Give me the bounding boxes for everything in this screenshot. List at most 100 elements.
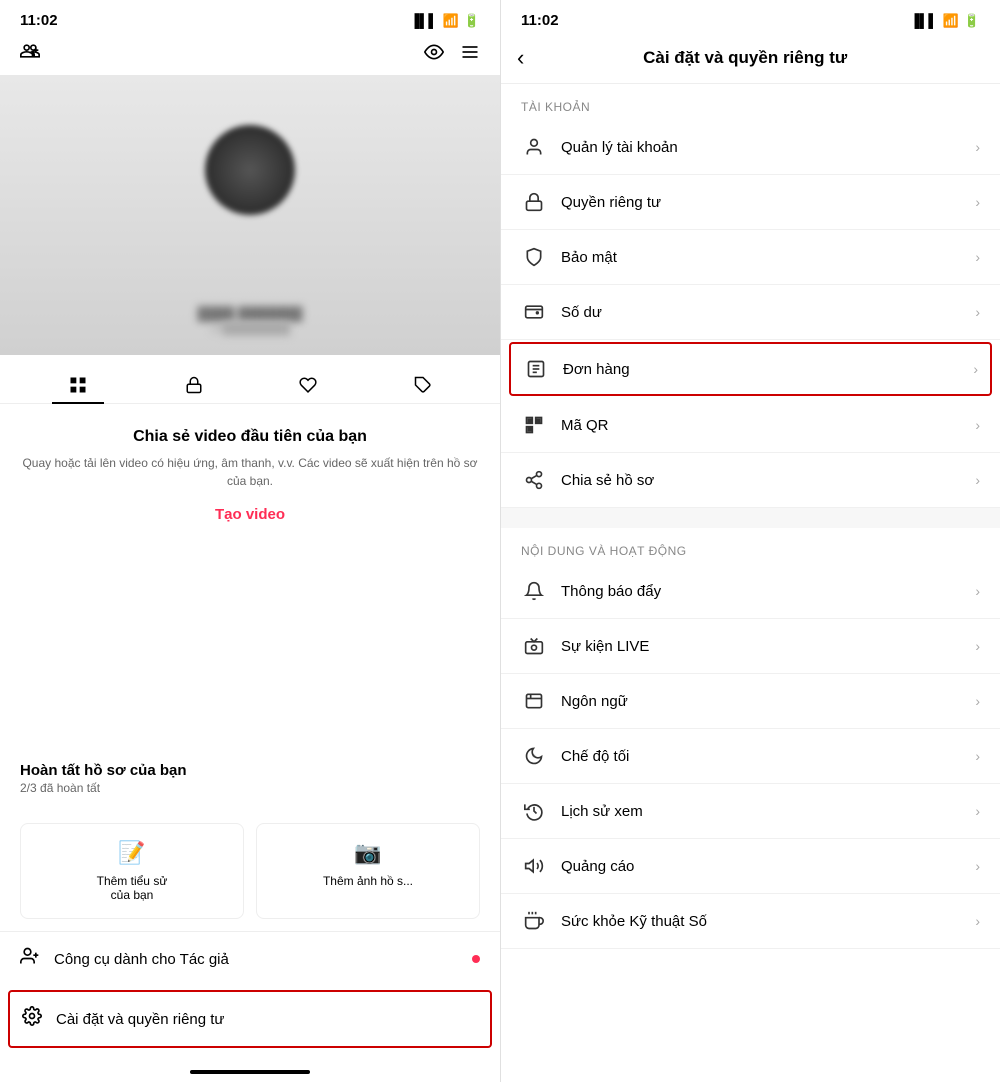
settings-item[interactable]: Cài đặt và quyền riêng tư: [8, 990, 492, 1048]
share-icon: [521, 467, 547, 493]
bottom-menu: Công cụ dành cho Tác giả Cài đặt và quyề…: [0, 931, 500, 1052]
arrow-icon-10: ›: [975, 748, 980, 764]
che-do-toi-label: Chế độ tối: [561, 748, 975, 765]
left-top-nav: [0, 37, 500, 75]
so-du-item[interactable]: Số dư ›: [501, 285, 1000, 340]
arrow-icon-4: ›: [973, 361, 978, 377]
right-nav-icons: [424, 42, 480, 67]
right-status-bar: 11:02 ▐▌▌ 📶 🔋: [501, 0, 1000, 37]
arrow-icon-1: ›: [975, 194, 980, 210]
wallet-icon: [521, 299, 547, 325]
right-panel: 11:02 ▐▌▌ 📶 🔋 ‹ Cài đặt và quyền riêng t…: [500, 0, 1000, 1082]
add-bio-label: Thêm tiểu sửcủa bạn: [33, 874, 231, 902]
completion-subtitle: 2/3 đã hoàn tất: [20, 781, 480, 795]
shield-icon: [521, 244, 547, 270]
creator-tools-icon: [20, 946, 40, 972]
add-photo-label: Thêm ảnh hồ s...: [269, 874, 467, 888]
tab-lock[interactable]: [169, 367, 219, 403]
don-hang-label: Đơn hàng: [563, 361, 973, 378]
add-photo-card[interactable]: 📷 Thêm ảnh hồ s...: [256, 823, 480, 919]
left-time: 11:02: [20, 12, 58, 29]
qr-icon: [521, 412, 547, 438]
arrow-icon-12: ›: [975, 858, 980, 874]
arrow-icon-13: ›: [975, 913, 980, 929]
tab-heart[interactable]: [283, 367, 333, 403]
add-user-icon[interactable]: [20, 41, 40, 67]
add-bio-card[interactable]: 📝 Thêm tiểu sửcủa bạn: [20, 823, 244, 919]
settings-icon: [22, 1006, 42, 1032]
left-home-indicator: [0, 1052, 500, 1082]
back-button[interactable]: ‹: [517, 45, 524, 71]
arrow-icon-11: ›: [975, 803, 980, 819]
su-kien-live-item[interactable]: Sự kiện LIVE ›: [501, 619, 1000, 674]
right-battery-icon: 🔋: [964, 13, 980, 29]
arrow-icon-6: ›: [975, 472, 980, 488]
digital-health-icon: [521, 908, 547, 934]
live-icon: [521, 633, 547, 659]
thong-bao-day-label: Thông báo đẩy: [561, 583, 975, 600]
suc-khoe-item[interactable]: Sức khỏe Kỹ thuật Số ›: [501, 894, 1000, 949]
suc-khoe-label: Sức khỏe Kỹ thuật Số: [561, 913, 975, 930]
right-wifi-icon: 📶: [943, 13, 959, 29]
left-status-bar: 11:02 ▐▌▌ 📶 🔋: [0, 0, 500, 37]
ma-qr-item[interactable]: Mã QR ›: [501, 398, 1000, 453]
hamburger-icon[interactable]: [460, 42, 480, 67]
arrow-icon-2: ›: [975, 249, 980, 265]
section-tai-khoan: TÀI KHOẢN: [501, 84, 1000, 120]
ngon-ngu-label: Ngôn ngữ: [561, 693, 975, 710]
arrow-icon-5: ›: [975, 417, 980, 433]
bao-mat-item[interactable]: Bảo mật ›: [501, 230, 1000, 285]
profile-cards: 📝 Thêm tiểu sửcủa bạn 📷 Thêm ảnh hồ s...: [0, 811, 500, 931]
home-indicator-bar: [190, 1070, 310, 1074]
quan-ly-tai-khoan-item[interactable]: Quản lý tài khoản ›: [501, 120, 1000, 175]
tab-tag[interactable]: [398, 367, 448, 403]
tab-grid[interactable]: [52, 367, 104, 403]
section-noi-dung: NỘI DUNG VÀ HOẠT ĐỘNG: [501, 528, 1000, 564]
add-photo-icon: 📷: [269, 840, 467, 866]
signal-icon: ▐▌▌: [410, 13, 438, 28]
don-hang-item[interactable]: Đơn hàng ›: [509, 342, 992, 396]
thong-bao-day-item[interactable]: Thông báo đẩy ›: [501, 564, 1000, 619]
language-icon: [521, 688, 547, 714]
left-status-icons: ▐▌▌ 📶 🔋: [410, 13, 480, 29]
create-video-button[interactable]: Tạo video: [215, 506, 285, 523]
add-bio-icon: 📝: [33, 840, 231, 866]
eye-icon[interactable]: [424, 42, 444, 67]
lich-su-xem-label: Lịch sử xem: [561, 803, 975, 820]
arrow-icon-8: ›: [975, 638, 980, 654]
lich-su-xem-item[interactable]: Lịch sử xem ›: [501, 784, 1000, 839]
chia-se-ho-so-item[interactable]: Chia sẻ hồ sơ ›: [501, 453, 1000, 508]
bell-icon: [521, 578, 547, 604]
creator-tools-item[interactable]: Công cụ dành cho Tác giả: [0, 932, 500, 986]
so-du-label: Số dư: [561, 304, 975, 321]
completion-title: Hoàn tất hồ sơ của bạn: [20, 762, 480, 779]
right-status-icons: ▐▌▌ 📶 🔋: [910, 13, 980, 29]
arrow-icon-3: ›: [975, 304, 980, 320]
lock-icon: [521, 189, 547, 215]
quang-cao-label: Quảng cáo: [561, 858, 975, 875]
moon-icon: [521, 743, 547, 769]
ngon-ngu-item[interactable]: Ngôn ngữ ›: [501, 674, 1000, 729]
blurred-avatar: [205, 125, 295, 215]
arrow-icon-9: ›: [975, 693, 980, 709]
settings-header: ‹ Cài đặt và quyền riêng tư: [501, 37, 1000, 84]
orders-icon: [523, 356, 549, 382]
arrow-icon-7: ›: [975, 583, 980, 599]
settings-label: Cài đặt và quyền riêng tư: [56, 1011, 224, 1028]
quyen-rieng-tu-label: Quyền riêng tư: [561, 194, 975, 211]
quang-cao-item[interactable]: Quảng cáo ›: [501, 839, 1000, 894]
bao-mat-label: Bảo mật: [561, 249, 975, 266]
profile-content: Chia sẻ video đầu tiên của bạn Quay hoặc…: [0, 404, 500, 746]
battery-icon: 🔋: [464, 13, 480, 29]
creator-tools-label: Công cụ dành cho Tác giả: [54, 951, 229, 968]
share-video-desc: Quay hoặc tải lên video có hiệu ứng, âm …: [20, 454, 480, 490]
ma-qr-label: Mã QR: [561, 417, 975, 434]
wifi-icon: 📶: [443, 13, 459, 29]
right-signal-icon: ▐▌▌: [910, 13, 938, 28]
blurred-profile-area: ████ ███████ @████████: [0, 75, 500, 355]
quyen-rieng-tu-item[interactable]: Quyền riêng tư ›: [501, 175, 1000, 230]
quan-ly-tai-khoan-label: Quản lý tài khoản: [561, 139, 975, 156]
su-kien-live-label: Sự kiện LIVE: [561, 638, 975, 655]
che-do-toi-item[interactable]: Chế độ tối ›: [501, 729, 1000, 784]
person-icon: [521, 134, 547, 160]
